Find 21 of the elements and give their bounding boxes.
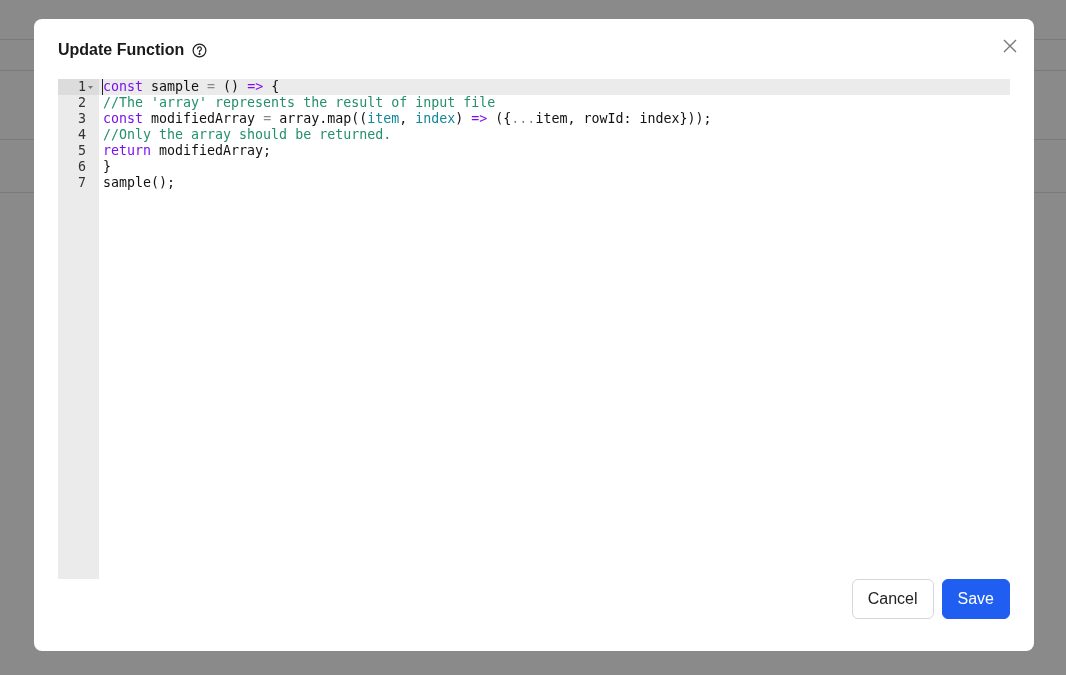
close-button[interactable]	[1002, 38, 1018, 54]
line-number: 6	[78, 159, 86, 175]
code-line: //The 'array' represents the result of input file	[103, 95, 496, 111]
help-icon[interactable]	[192, 42, 208, 58]
cancel-button[interactable]: Cancel	[851, 579, 934, 619]
code-line: return modifiedArray;	[103, 143, 272, 159]
line-number: 2	[78, 95, 86, 111]
line-number: 5	[78, 143, 86, 159]
code-line: const sample = () => {	[103, 79, 280, 95]
line-number: 7	[78, 175, 86, 191]
code-line: }	[103, 159, 111, 175]
code-line: //Only the array should be returned.	[103, 127, 392, 143]
line-number: 1	[78, 79, 86, 95]
dialog-title: Update Function	[58, 40, 185, 60]
code-line: const modifiedArray = array.map((item, index) => ({...item, rowId: index}));	[103, 111, 712, 127]
line-number: 4	[78, 127, 86, 143]
line-number: 3	[78, 111, 86, 127]
text-cursor	[102, 79, 103, 95]
fold-caret-icon[interactable]	[88, 85, 93, 89]
code-line: sample();	[103, 175, 176, 191]
save-button[interactable]: Save	[941, 579, 1010, 619]
